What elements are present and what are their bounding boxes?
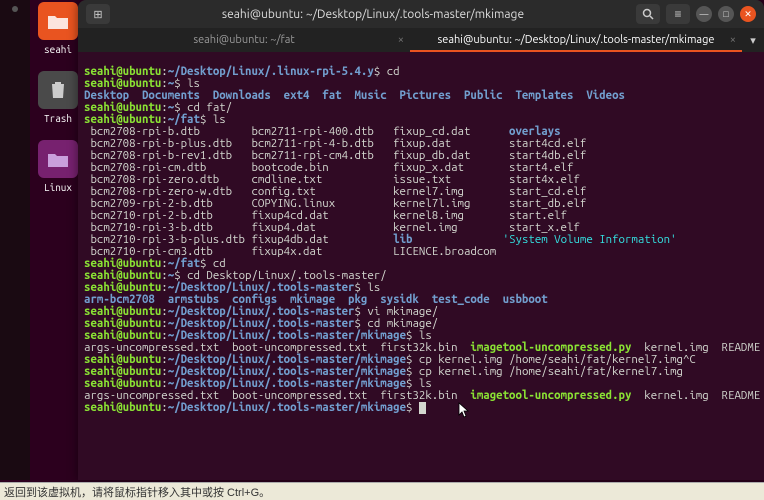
home-folder-icon[interactable] [38, 2, 78, 40]
tabbar: seahi@ubuntu: ~/fat × seahi@ubuntu: ~/De… [78, 28, 764, 52]
search-button[interactable] [636, 4, 660, 24]
tab-active[interactable]: seahi@ubuntu: ~/Desktop/Linux/.tools-mas… [410, 28, 742, 52]
dock [0, 0, 30, 480]
cursor [419, 402, 426, 414]
minimize-button[interactable]: — [696, 6, 712, 22]
trash-label: Trash [44, 113, 72, 124]
tab-close-icon[interactable]: × [730, 34, 736, 46]
titlebar: ⊞ seahi@ubuntu: ~/Desktop/Linux/.tools-m… [78, 0, 764, 28]
close-button[interactable]: ✕ [740, 6, 756, 22]
tab-close-icon[interactable]: × [398, 34, 404, 46]
vmware-statusbar: 返回到该虚拟机，请将鼠标指针移入其中或按 Ctrl+G。 [0, 482, 764, 500]
dock-indicator [12, 6, 18, 12]
window-title: seahi@ubuntu: ~/Desktop/Linux/.tools-mas… [118, 8, 628, 21]
tab-dropdown-button[interactable]: ▾ [742, 28, 764, 52]
trash-icon[interactable] [38, 71, 78, 109]
tab-label: seahi@ubuntu: ~/fat [193, 34, 294, 46]
new-tab-button[interactable]: ⊞ [86, 4, 110, 24]
statusbar-text: 返回到该虚拟机，请将鼠标指针移入其中或按 Ctrl+G。 [4, 484, 270, 500]
tab-inactive[interactable]: seahi@ubuntu: ~/fat × [78, 28, 410, 52]
maximize-button[interactable]: □ [718, 6, 734, 22]
hamburger-menu-button[interactable]: ≡ [666, 4, 690, 24]
terminal-window: ⊞ seahi@ubuntu: ~/Desktop/Linux/.tools-m… [78, 0, 764, 480]
linux-label: Linux [44, 182, 72, 193]
linux-folder-icon[interactable] [38, 140, 78, 178]
desktop-icons: seahi Trash Linux [34, 2, 82, 193]
terminal-body[interactable]: seahi@ubuntu:~/Desktop/Linux/.linux-rpi-… [78, 52, 764, 428]
tab-label: seahi@ubuntu: ~/Desktop/Linux/.tools-mas… [438, 34, 715, 46]
home-label: seahi [44, 44, 72, 55]
